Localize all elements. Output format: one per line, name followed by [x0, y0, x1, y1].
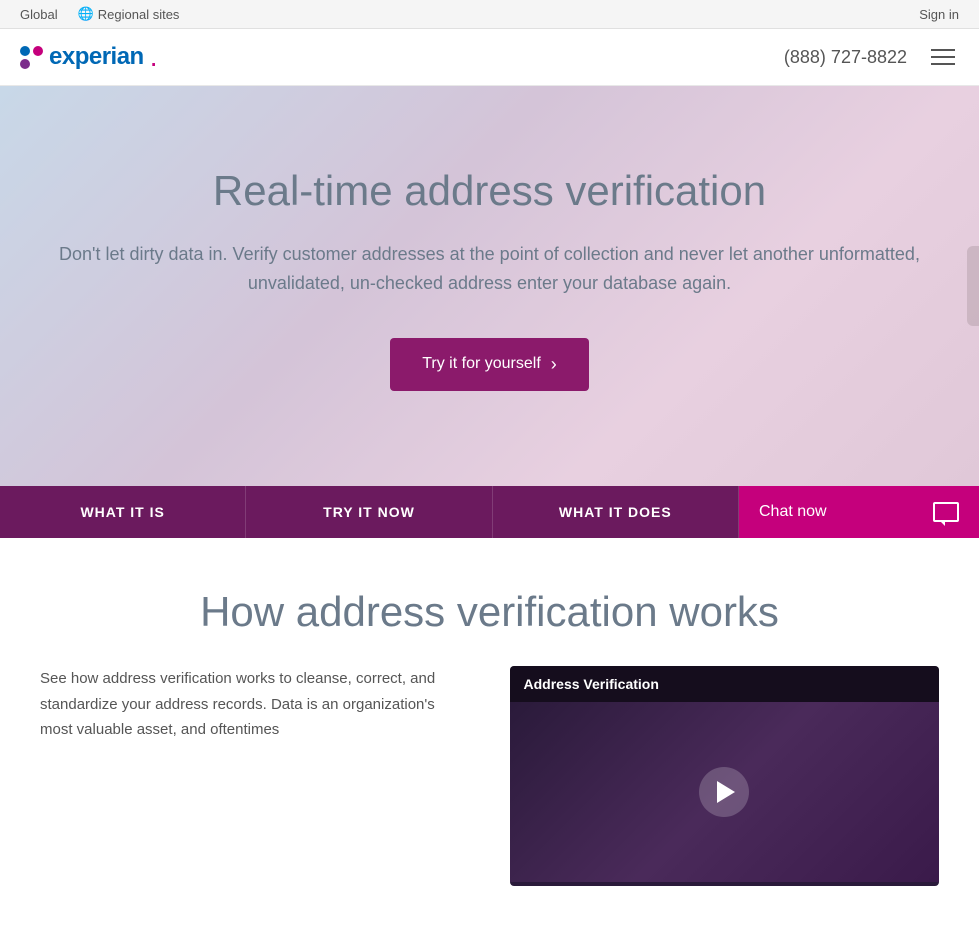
hamburger-menu[interactable] [927, 45, 959, 69]
hero-title: Real-time address verification [40, 166, 939, 216]
logo-dots [20, 46, 43, 69]
nav-tabs: WHAT IT IS TRY IT NOW WHAT IT DOES Chat … [0, 486, 979, 538]
top-bar: Global Regional sites Sign in [0, 0, 979, 29]
hero-section: Real-time address verification Don't let… [0, 86, 979, 486]
chat-tab[interactable]: Chat now [739, 486, 979, 538]
content-text: See how address verification works to cl… [40, 666, 470, 743]
dot-1 [20, 46, 30, 56]
top-bar-left: Global Regional sites [20, 6, 179, 22]
phone-number: (888) 727-8822 [784, 47, 907, 68]
scroll-indicator [967, 246, 979, 326]
header: experian. (888) 727-8822 [0, 29, 979, 86]
content-grid: See how address verification works to cl… [40, 666, 939, 886]
dot-3 [20, 59, 30, 69]
main-content: How address verification works See how a… [0, 538, 979, 936]
global-link[interactable]: Global [20, 7, 58, 22]
hero-subtitle: Don't let dirty data in. Verify customer… [40, 240, 939, 298]
play-button[interactable] [699, 767, 749, 817]
video-card[interactable]: Address Verification [510, 666, 940, 886]
try-it-label: Try it for yourself [422, 355, 541, 373]
header-right: (888) 727-8822 [784, 45, 959, 69]
tab-what-it-does[interactable]: WHAT IT DOES [493, 486, 739, 538]
regional-link[interactable]: Regional sites [78, 6, 180, 22]
dot-2 [33, 46, 43, 56]
section-title: How address verification works [40, 588, 939, 636]
chat-label: Chat now [759, 503, 827, 521]
hamburger-line-1 [931, 49, 955, 51]
arrow-icon: › [551, 354, 557, 375]
dot-4 [33, 59, 43, 69]
logo[interactable]: experian. [20, 43, 158, 71]
chat-icon [933, 502, 959, 522]
logo-text: experian [49, 43, 144, 71]
video-preview [510, 702, 940, 882]
tab-try-it-now[interactable]: TRY IT NOW [246, 486, 492, 538]
hamburger-line-3 [931, 63, 955, 65]
hamburger-line-2 [931, 56, 955, 58]
logo-period: . [150, 43, 158, 71]
try-it-button[interactable]: Try it for yourself › [390, 338, 589, 391]
tab-what-it-is[interactable]: WHAT IT IS [0, 486, 246, 538]
signin-link[interactable]: Sign in [919, 7, 959, 22]
video-title: Address Verification [510, 666, 940, 702]
